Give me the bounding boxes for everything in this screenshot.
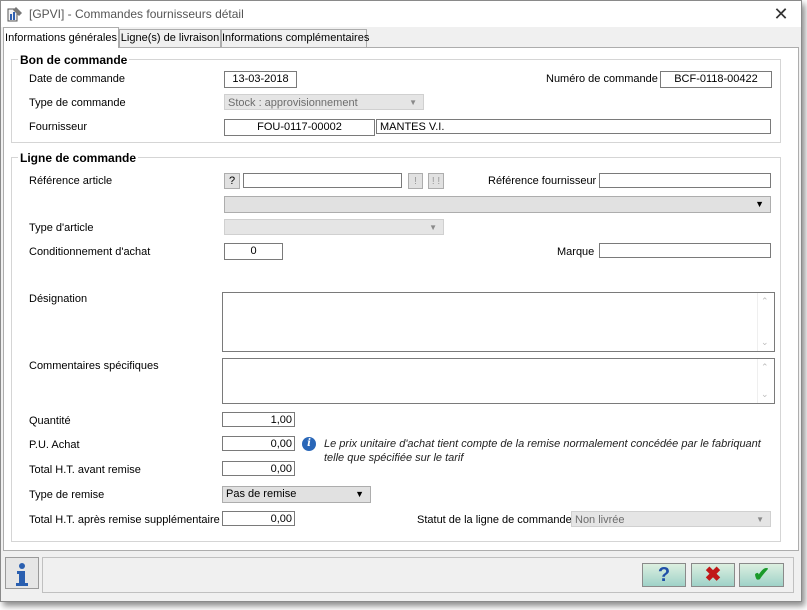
type-article-select[interactable]: ▼ [224,219,444,235]
total-avant-remise-label: Total H.T. avant remise [29,464,141,476]
ref-article-help-button[interactable]: ? [224,173,240,189]
total-apres-remise-label: Total H.T. après remise supplémentaire [29,514,220,526]
ref-fournisseur-label: Référence fournisseur [488,175,597,187]
conditionnement-label: Conditionnement d'achat [29,246,151,258]
quantite-field[interactable]: 1,00 [222,412,295,427]
designation-label: Désignation [29,293,88,305]
tab-label: Ligne(s) de livraison [120,32,220,44]
cancel-icon: ✖ [704,564,722,586]
designation-textarea[interactable]: ⌃ ⌄ [222,292,775,352]
statut-ligne-select[interactable]: Non livrée ▼ [571,511,771,527]
group-title-ligne-de-commande: Ligne de commande [18,151,139,165]
marque-label: Marque [557,246,595,258]
numero-commande-label: Numéro de commande [546,73,658,85]
scroll-down-icon: ⌄ [761,337,769,347]
conditionnement-field[interactable]: 0 [224,243,283,260]
fournisseur-name-field[interactable]: MANTES V.I. [376,119,771,134]
dropdown-arrow-icon: ▼ [756,515,764,524]
tab-informations-generales[interactable]: Informations générales [3,27,119,48]
quantite-label: Quantité [29,415,71,427]
date-commande-label: Date de commande [29,73,125,85]
total-apres-remise-field[interactable]: 0,00 [222,511,295,526]
type-remise-select[interactable]: Pas de remise ▼ [222,486,371,503]
info-button[interactable] [5,557,39,589]
fournisseur-label: Fournisseur [29,121,88,133]
search-double-button[interactable]: ! ! [428,173,444,189]
dropdown-arrow-icon: ▼ [409,98,417,107]
commentaires-textarea[interactable]: ⌃ ⌄ [222,358,775,404]
close-icon: ✕ [773,4,789,24]
type-remise-value: Pas de remise [226,488,297,500]
help-button[interactable]: ? [642,563,686,587]
info-icon: i [302,437,316,451]
fournisseur-code-field[interactable]: FOU-0117-00002 [224,119,375,136]
search-single-button[interactable]: ! [408,173,423,189]
designation-scrollbar[interactable]: ⌃ ⌄ [757,293,774,351]
dropdown-arrow-icon: ▼ [355,489,364,499]
numero-commande-field[interactable]: BCF-0118-00422 [660,71,772,88]
statut-ligne-value: Non livrée [575,514,625,526]
ref-article-field[interactable] [243,173,402,188]
type-commande-value: Stock : approvisionnement [228,97,358,109]
marque-field[interactable] [599,243,771,258]
article-select[interactable]: ▼ [224,196,771,213]
title-bar: [GPVI] - Commandes fournisseurs détail ✕ [1,1,801,27]
commentaires-label: Commentaires spécifiques [29,360,159,372]
dropdown-arrow-icon: ▼ [429,223,437,232]
dropdown-arrow-icon: ▼ [755,199,764,209]
type-article-label: Type d'article [29,222,94,234]
tab-lignes-de-livraison[interactable]: Ligne(s) de livraison [119,29,221,47]
tab-informations-complementaires[interactable]: Informations complémentaires [221,29,370,47]
dialog-window: [GPVI] - Commandes fournisseurs détail ✕… [0,0,802,602]
date-commande-field[interactable]: 13-03-2018 [224,71,297,88]
scroll-up-icon: ⌃ [761,296,769,306]
type-remise-label: Type de remise [29,489,105,501]
ref-article-label: Référence article [29,175,113,187]
tab-label: Informations complémentaires [222,32,370,44]
tab-label: Informations générales [5,32,117,44]
pu-achat-note: Le prix unitaire d'achat tient compte de… [324,438,761,464]
check-icon: ✔ [753,564,770,586]
scroll-down-icon: ⌄ [761,389,769,399]
ref-fournisseur-field[interactable] [599,173,771,188]
cancel-button[interactable]: ✖ [691,563,735,587]
help-icon: ? [657,564,671,586]
scroll-up-icon: ⌃ [761,362,769,372]
ok-button[interactable]: ✔ [739,563,784,587]
close-button[interactable]: ✕ [769,3,793,25]
pu-achat-field[interactable]: 0,00 [222,436,295,451]
statut-ligne-label: Statut de la ligne de commande [417,514,572,526]
info-button-icon [16,563,28,586]
type-commande-label: Type de commande [29,97,126,109]
app-icon [7,7,22,22]
type-commande-select[interactable]: Stock : approvisionnement ▼ [224,94,424,110]
commentaires-scrollbar[interactable]: ⌃ ⌄ [757,359,774,403]
total-avant-remise-field[interactable]: 0,00 [222,461,295,476]
window-title: [GPVI] - Commandes fournisseurs détail [29,7,244,21]
pu-achat-label: P.U. Achat [29,439,80,451]
group-title-bon-de-commande: Bon de commande [18,53,130,67]
